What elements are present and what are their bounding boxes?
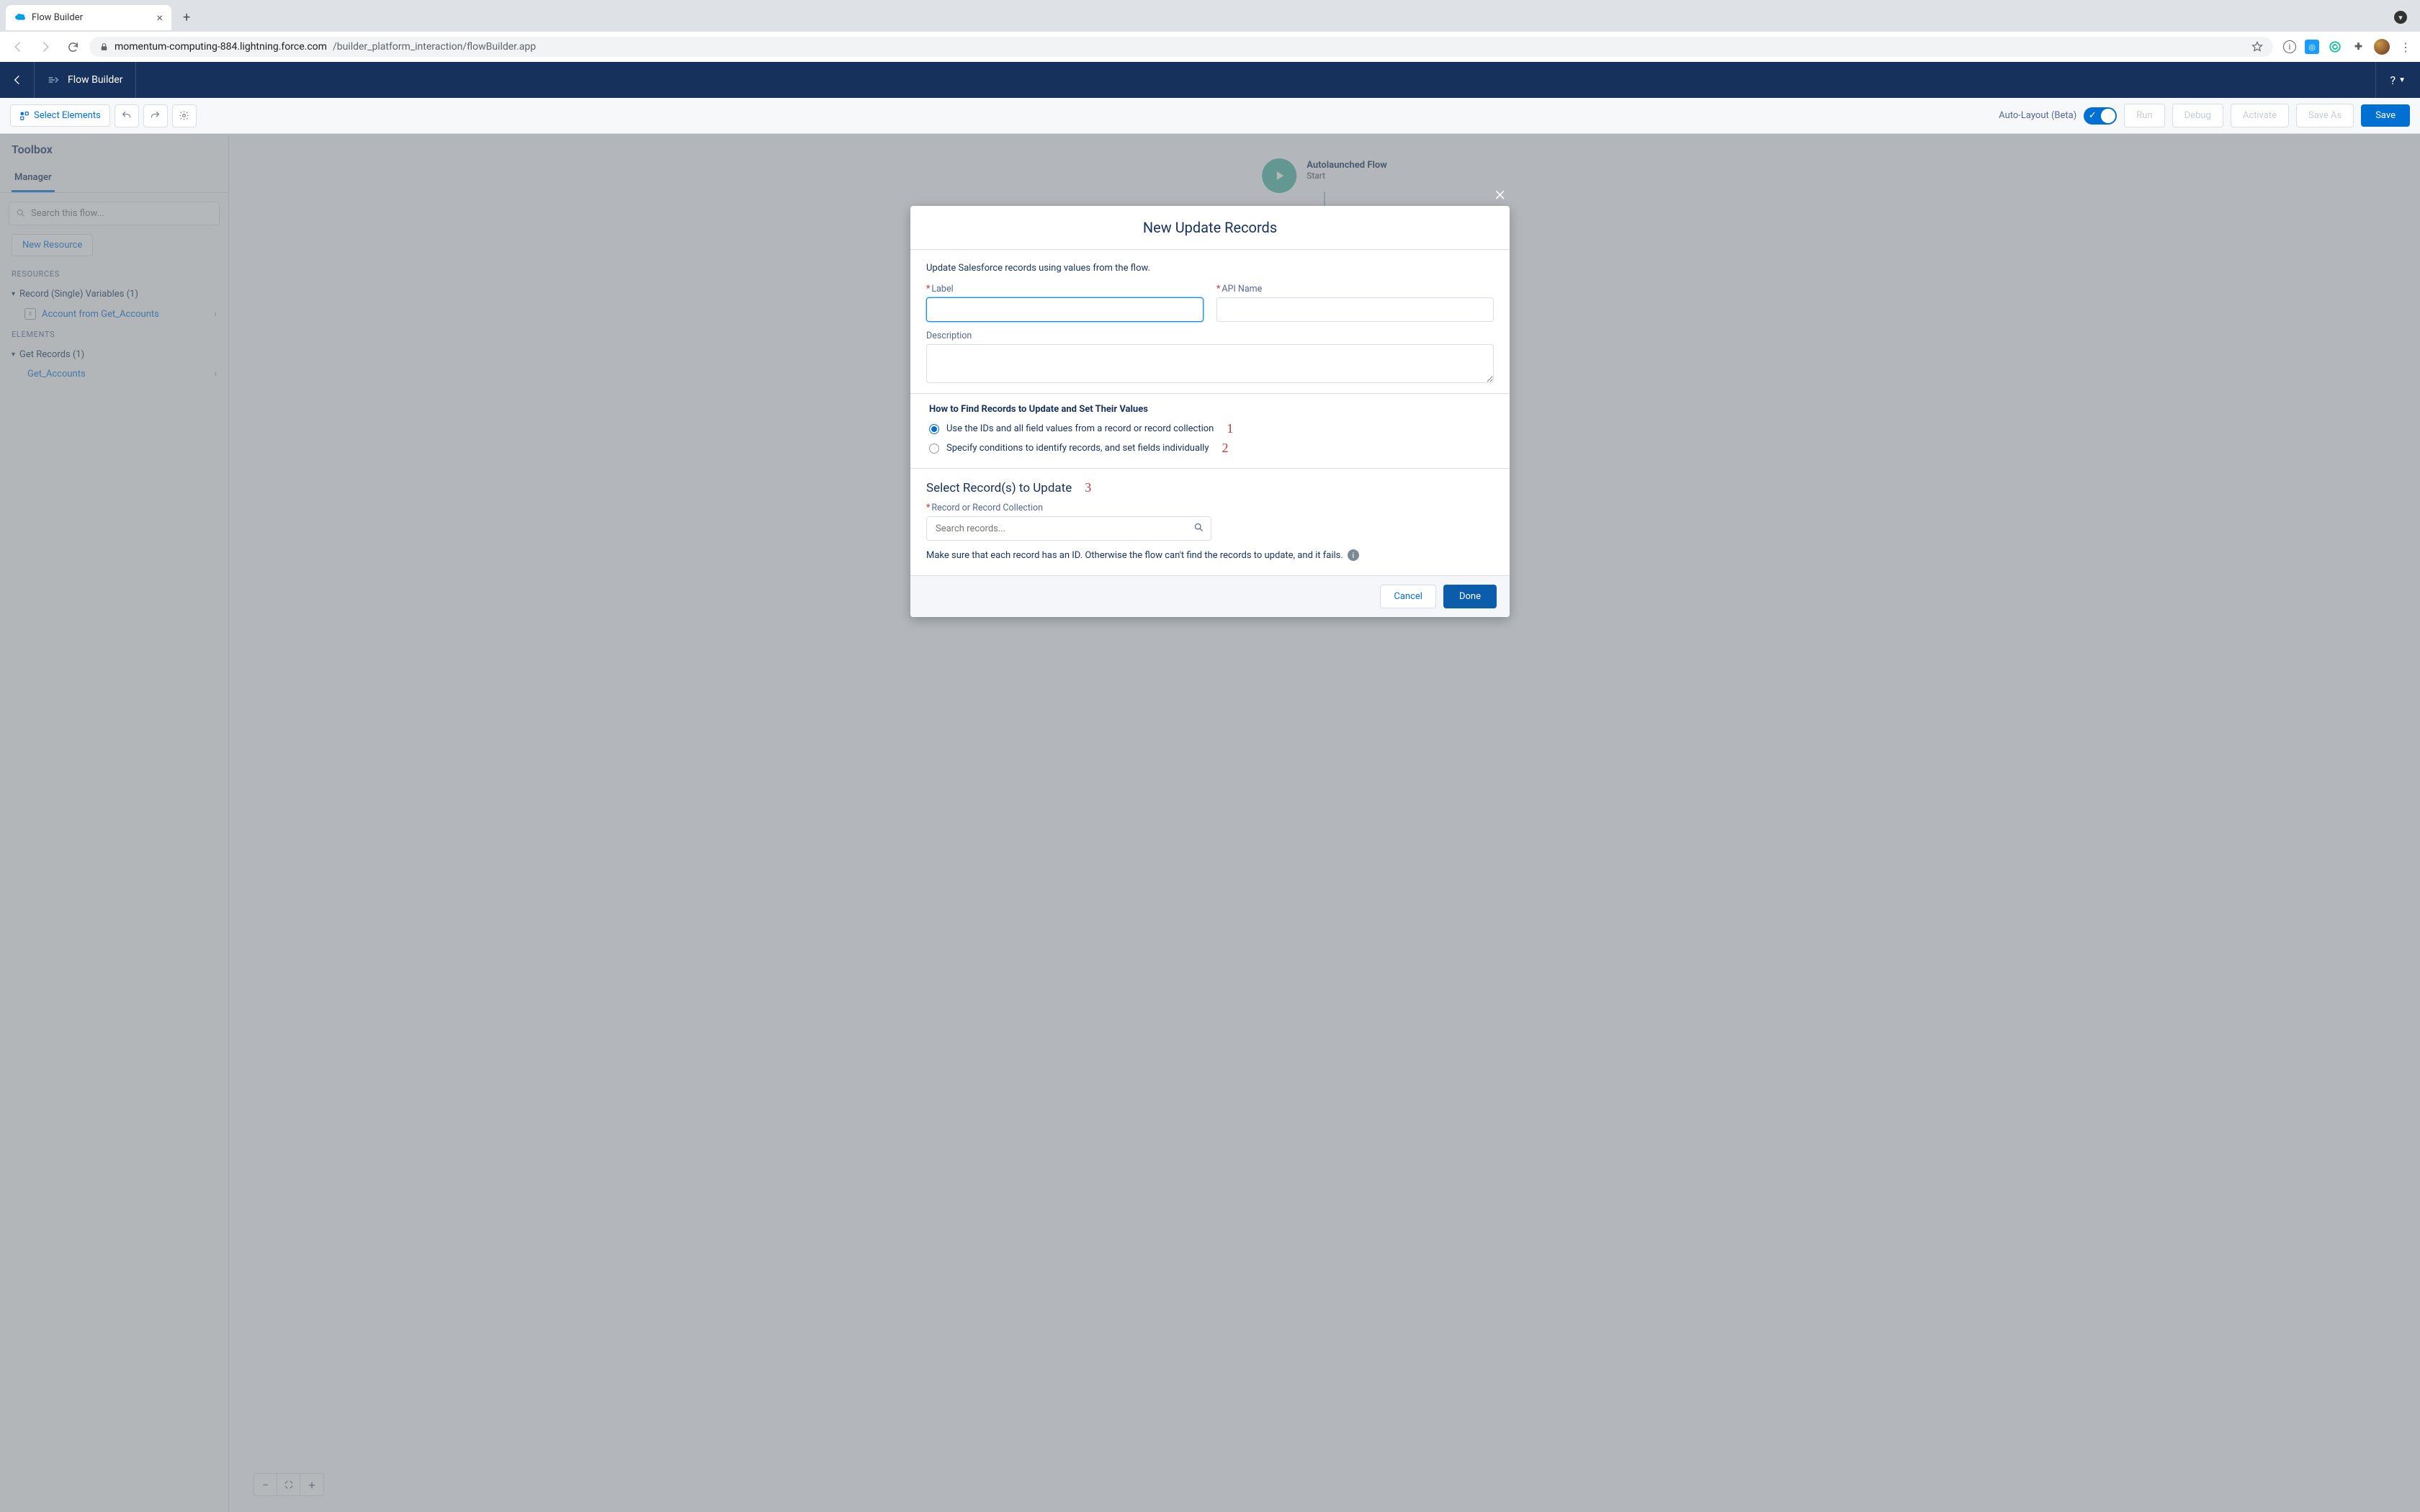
modal-description: Update Salesforce records using values f…: [926, 263, 1494, 274]
close-tab-icon[interactable]: ×: [156, 11, 163, 24]
help-icon: ?: [2390, 73, 2396, 87]
address-row: momentum-computing-884.lightning.force.c…: [0, 32, 2420, 62]
browser-menu-icon[interactable]: ⋮: [2398, 40, 2413, 54]
radio-option-2[interactable]: Specify conditions to identify records, …: [929, 438, 1491, 458]
help-button[interactable]: ? ▼: [2375, 62, 2420, 98]
tab-title: Flow Builder: [32, 12, 83, 23]
chevron-down-icon: ▼: [2398, 76, 2406, 84]
radio-option-1[interactable]: Use the IDs and all field values from a …: [929, 419, 1491, 438]
api-name-input[interactable]: [1216, 297, 1494, 322]
app-title: Flow Builder: [68, 74, 122, 86]
divider: [910, 393, 1510, 394]
toggle-knob: [2101, 109, 2115, 123]
modal-close-button[interactable]: ×: [1494, 181, 1505, 205]
done-button[interactable]: Done: [1443, 585, 1497, 608]
save-as-button[interactable]: Save As: [2296, 104, 2354, 127]
redo-button[interactable]: [143, 104, 168, 127]
info-circle-icon[interactable]: i: [2283, 40, 2296, 53]
extension-icons: i ◎ ⋮: [2283, 39, 2413, 55]
back-button[interactable]: [7, 36, 29, 58]
reload-button[interactable]: [62, 36, 84, 58]
extensions-puzzle-icon[interactable]: [2351, 40, 2365, 54]
undo-button[interactable]: [115, 104, 139, 127]
record-search-input[interactable]: [926, 516, 1211, 541]
profile-avatar[interactable]: [2374, 39, 2390, 55]
flow-icon: [48, 73, 60, 86]
address-bar[interactable]: momentum-computing-884.lightning.force.c…: [89, 37, 2273, 57]
api-name-label: *API Name: [1216, 284, 1494, 294]
settings-gear-button[interactable]: [172, 104, 197, 127]
star-icon[interactable]: [2251, 41, 2263, 53]
auto-layout-toggle[interactable]: ✓: [2084, 107, 2117, 125]
flow-canvas[interactable]: Autolaunched Flow Start + − + × New Upda…: [229, 134, 2420, 1512]
tab-bar: Flow Builder × + ▾: [0, 0, 2420, 32]
radio-icon: [929, 444, 939, 454]
radio-label: Specify conditions to identify records, …: [946, 443, 1209, 454]
record-hint: Make sure that each record has an ID. Ot…: [926, 549, 1494, 561]
app-header: Flow Builder ? ▼: [0, 62, 2420, 98]
select-records-title: Select Record(s) to Update 3: [926, 480, 1494, 495]
modal-overlay: × New Update Records Update Salesforce r…: [0, 134, 2420, 1512]
info-icon[interactable]: i: [1348, 549, 1359, 561]
header-back-button[interactable]: [0, 62, 35, 98]
app-toolbar: Select Elements Auto-Layout (Beta) ✓ Run…: [0, 98, 2420, 134]
modal-footer: Cancel Done: [910, 575, 1510, 617]
window-control-icon[interactable]: ▾: [2394, 11, 2407, 24]
cancel-button[interactable]: Cancel: [1380, 585, 1436, 608]
update-records-modal: New Update Records Update Salesforce rec…: [910, 206, 1510, 617]
run-button[interactable]: Run: [2124, 104, 2164, 127]
divider: [910, 468, 1510, 469]
auto-layout-label: Auto-Layout (Beta): [1999, 110, 2076, 121]
url-path: /builder_platform_interaction/flowBuilde…: [333, 41, 536, 53]
annotation-2: 2: [1222, 441, 1229, 456]
debug-button[interactable]: Debug: [2172, 104, 2223, 127]
radio-icon: [929, 424, 939, 434]
select-elements-label: Select Elements: [34, 110, 101, 121]
main-area: Toolbox Manager New Resource RESOURCES ▾…: [0, 134, 2420, 1512]
salesforce-cloud-icon: [14, 12, 26, 23]
browser-chrome: Flow Builder × + ▾ momentum-computing-88…: [0, 0, 2420, 62]
lock-icon: [99, 42, 109, 52]
browser-tab[interactable]: Flow Builder ×: [6, 5, 171, 30]
annotation-3: 3: [1085, 480, 1091, 495]
url-host: momentum-computing-884.lightning.force.c…: [115, 41, 327, 53]
new-tab-button[interactable]: +: [177, 10, 196, 25]
toggle-check-icon: ✓: [2085, 109, 2099, 123]
search-icon: [1193, 522, 1204, 533]
select-icon: [19, 111, 30, 121]
radio-label: Use the IDs and all field values from a …: [946, 423, 1214, 434]
activate-button[interactable]: Activate: [2231, 104, 2289, 127]
extension-icon-1[interactable]: ◎: [2305, 40, 2319, 54]
description-label: Description: [926, 330, 1494, 341]
record-collection-label: *Record or Record Collection: [926, 503, 1494, 513]
label-field-label: *Label: [926, 284, 1204, 294]
description-textarea[interactable]: [926, 344, 1494, 383]
label-input[interactable]: [926, 297, 1204, 322]
save-button[interactable]: Save: [2361, 104, 2410, 127]
modal-title: New Update Records: [910, 206, 1510, 250]
header-title-group: Flow Builder: [35, 62, 136, 98]
select-elements-button[interactable]: Select Elements: [10, 104, 110, 127]
annotation-1: 1: [1227, 421, 1233, 436]
forward-button[interactable]: [35, 36, 56, 58]
grammarly-icon[interactable]: [2328, 40, 2342, 54]
how-to-find-title: How to Find Records to Update and Set Th…: [929, 404, 1491, 415]
